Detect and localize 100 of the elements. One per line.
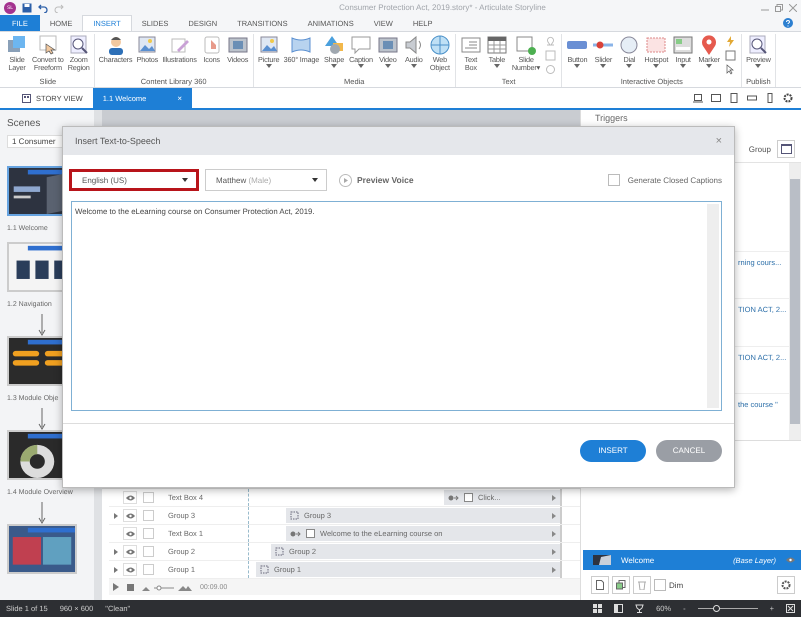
settings-icon [781,580,791,590]
eye-icon[interactable] [126,548,134,554]
new-layer-button[interactable] [591,576,609,594]
close-icon[interactable] [789,4,797,12]
slider-icon [592,41,614,49]
magnifier-icon [747,34,770,56]
settings-icon[interactable] [783,93,793,103]
text-box-icon [464,493,473,502]
magnifier-icon [68,34,90,56]
globe-icon [428,34,451,56]
phone-landscape-icon[interactable] [747,93,757,103]
expand-icon[interactable] [552,494,556,500]
page-icon [596,580,604,590]
caret-icon [600,64,606,68]
window-icon [780,144,792,154]
language-select[interactable]: English (US) [69,169,199,191]
motion-icon [290,530,301,536]
eye-icon[interactable] [126,512,134,518]
scrollbar[interactable] [789,163,801,440]
group-icon [290,511,299,520]
slide-number-icon [515,34,538,56]
play-icon[interactable] [113,583,119,591]
table-icon [486,34,508,56]
visibility-toggle[interactable] [123,527,137,540]
group-label: Group [748,144,771,154]
expand-icon[interactable] [552,566,556,572]
window-title: Consumer Protection Act, 2019.story* - Articulate Storyline [338,3,547,12]
dim-label: Dim [669,580,684,590]
cursor-icon[interactable] [725,64,736,75]
close-tab-button[interactable]: × [177,94,182,102]
lock-checkbox[interactable] [143,528,154,539]
slide-thumbnail[interactable] [7,524,77,574]
dim-checkbox[interactable] [654,579,666,591]
caret-icon [653,64,660,68]
eye-icon[interactable] [126,566,134,572]
caret-icon [331,64,338,68]
eye-icon[interactable] [126,530,134,536]
help-icon[interactable] [783,18,793,28]
restore-icon[interactable] [775,4,783,12]
save-icon[interactable] [22,2,32,12]
play-icon [339,174,352,186]
pointer-icon [36,34,59,56]
preview-voice-button[interactable]: Preview Voice [339,174,414,186]
motion-icon [448,494,459,500]
panel-title: Scenes [7,118,42,129]
caret-icon [755,64,762,68]
expand-icon[interactable] [552,548,556,554]
caret-icon [706,64,712,68]
stop-icon[interactable] [127,584,134,590]
voice-select[interactable]: Matthew (Male) [205,169,327,191]
lock-checkbox[interactable] [143,510,154,521]
fit-to-window-icon[interactable] [786,604,795,613]
visibility-toggle[interactable] [123,563,137,576]
dialog-button[interactable]: INSERT [580,440,646,462]
visibility-toggle[interactable] [123,545,137,558]
zoom-slider-thumb[interactable] [712,605,720,612]
expand-icon[interactable] [114,512,118,518]
caret-icon [626,64,632,68]
caret-icon [312,178,318,182]
tablet-landscape-icon[interactable] [711,93,721,103]
eye-icon[interactable] [126,494,134,500]
panel-title: Triggers [595,112,628,122]
expand-icon[interactable] [552,530,556,536]
normal-view-icon[interactable] [614,604,624,613]
caret-icon [384,64,391,68]
phone-portrait-icon[interactable] [765,93,775,103]
form-icon [672,34,694,56]
grid-view-icon[interactable] [593,604,602,613]
variables-button[interactable] [777,140,795,158]
duplicate-layer-button[interactable] [612,576,630,594]
eye-icon[interactable] [786,557,795,563]
caret-icon [182,178,188,182]
trash-icon [638,580,646,590]
laptop-icon[interactable] [693,93,703,103]
captions-checkbox[interactable] [608,174,620,186]
expand-icon[interactable] [552,512,556,518]
panel-icon[interactable] [725,50,736,61]
visibility-toggle[interactable] [123,491,137,504]
expand-icon[interactable] [114,548,118,554]
shapes-icon [323,34,346,56]
lock-checkbox[interactable] [143,564,154,575]
settings-button[interactable] [777,576,795,594]
dial-icon [618,34,640,56]
tablet-portrait-icon[interactable] [729,93,739,103]
copy-icon [616,580,626,590]
trophy-icon[interactable] [635,604,644,613]
caret-icon [358,64,364,68]
caret-icon [680,64,686,68]
grid-icon [22,94,31,102]
visibility-toggle[interactable] [123,509,137,522]
lock-checkbox[interactable] [143,492,154,503]
caret-icon [266,64,272,68]
layer-name: Welcome [621,556,656,564]
caret-icon [574,64,580,68]
undo-icon[interactable] [38,2,48,12]
zoom-slider-icon[interactable] [142,583,192,591]
expand-icon[interactable] [114,566,118,572]
speech-bubble-icon [350,34,372,56]
lock-checkbox[interactable] [143,546,154,557]
captions-label: Generate Closed Captions [628,176,722,184]
